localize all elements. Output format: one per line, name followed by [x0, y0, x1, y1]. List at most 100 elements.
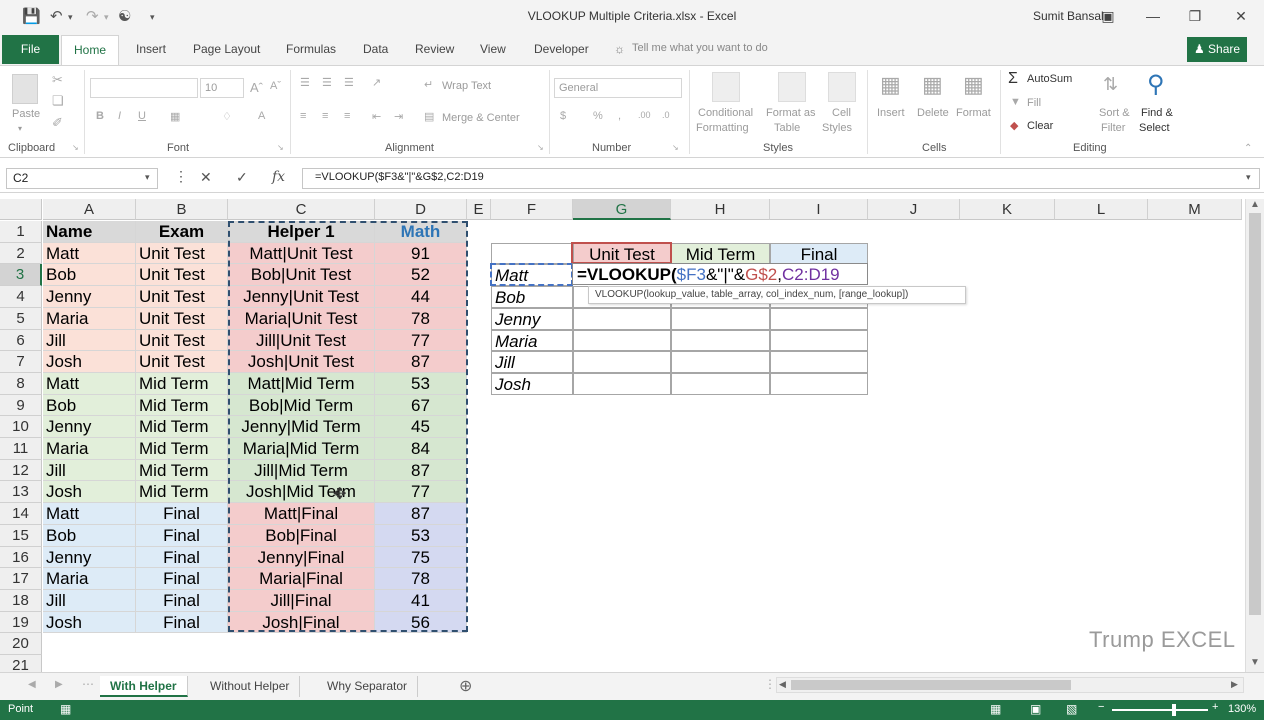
cell-exam[interactable]: Mid Term [136, 481, 228, 503]
cell-helper[interactable]: Jill|Unit Test [228, 330, 375, 351]
lookup-name[interactable]: Maria [491, 330, 573, 351]
format-as-table-label-1[interactable]: Format as [766, 107, 816, 119]
column-header-c[interactable]: C [228, 199, 375, 220]
normal-view-icon[interactable]: ▦ [990, 702, 1001, 716]
column-header-i[interactable]: I [770, 199, 868, 220]
row-header-2[interactable]: 2 [0, 243, 42, 264]
cell-math[interactable]: 87 [375, 351, 467, 373]
column-header-b[interactable]: B [136, 199, 228, 220]
row-header-15[interactable]: 15 [0, 525, 42, 547]
cell-math[interactable]: 53 [375, 525, 467, 547]
increase-font-icon[interactable]: Aˆ [250, 80, 263, 95]
wrap-text-button[interactable]: Wrap Text [442, 80, 491, 92]
sort-filter-icon[interactable]: ⇅ [1103, 74, 1118, 95]
underline-icon[interactable]: U [138, 110, 146, 122]
cell-name[interactable]: Matt [43, 373, 136, 395]
page-break-view-icon[interactable]: ▧ [1066, 702, 1077, 716]
zoom-out-icon[interactable]: − [1098, 701, 1104, 713]
add-sheet-icon[interactable]: ⊕ [459, 676, 472, 696]
row-header-20[interactable]: 20 [0, 633, 42, 655]
cell-math[interactable]: 77 [375, 330, 467, 351]
vertical-scrollbar[interactable]: ▲ ▼ [1245, 199, 1264, 672]
cell-math[interactable]: 52 [375, 264, 467, 286]
cell-math[interactable]: 75 [375, 547, 467, 568]
expand-formula-icon[interactable]: ▾ [1246, 172, 1251, 183]
sheet-tab-without-helper[interactable]: Without Helper [200, 676, 301, 697]
tab-split-icon[interactable]: ⋮ [764, 677, 776, 691]
cell-math[interactable]: 67 [375, 395, 467, 416]
format-cells-button[interactable]: Format [956, 107, 991, 119]
lookup-name[interactable]: Bob [491, 286, 573, 308]
row-header-13[interactable]: 13 [0, 481, 42, 503]
cell-helper[interactable]: Maria|Mid Term [228, 438, 375, 460]
format-painter-icon[interactable]: ✐ [52, 115, 63, 131]
row-header-5[interactable]: 5 [0, 308, 42, 330]
cell-math[interactable]: 84 [375, 438, 467, 460]
font-color-icon[interactable]: A [258, 110, 265, 122]
paste-label[interactable]: Paste [12, 108, 40, 120]
zoom-slider[interactable] [1112, 709, 1208, 711]
increase-decimal-icon[interactable]: .00 [638, 110, 651, 120]
bottom-align-icon[interactable]: ☰ [344, 76, 354, 89]
tab-home[interactable]: Home [61, 35, 119, 66]
cut-icon[interactable]: ✂ [52, 72, 63, 88]
lookup-result-cell[interactable] [573, 373, 671, 395]
next-sheet-icon[interactable]: ▶ [55, 679, 63, 690]
format-cells-icon[interactable]: ▦ [963, 72, 984, 98]
column-header-l[interactable]: L [1055, 199, 1148, 220]
collapse-ribbon-icon[interactable]: ⌃ [1244, 143, 1252, 154]
fill-color-icon[interactable]: ♢ [222, 110, 232, 123]
cell-helper[interactable]: Bob|Unit Test [228, 264, 375, 286]
row-header-14[interactable]: 14 [0, 503, 42, 525]
wrap-text-icon[interactable]: ↵ [424, 78, 433, 91]
cell-math[interactable]: 78 [375, 308, 467, 330]
page-layout-view-icon[interactable]: ▣ [1030, 702, 1041, 716]
cell-helper[interactable]: Matt|Mid Term [228, 373, 375, 395]
macro-record-icon[interactable]: ▦ [60, 702, 71, 716]
header-math[interactable]: Math [375, 221, 467, 243]
lookup-result-cell[interactable] [770, 373, 868, 395]
conditional-formatting-icon[interactable] [712, 72, 740, 102]
cell-name[interactable]: Jenny [43, 416, 136, 438]
row-header-8[interactable]: 8 [0, 373, 42, 395]
lookup-result-cell[interactable] [770, 330, 868, 351]
middle-align-icon[interactable]: ☰ [322, 76, 332, 89]
cell-exam[interactable]: Mid Term [136, 438, 228, 460]
tab-view[interactable]: View [480, 42, 506, 56]
scroll-down-icon[interactable]: ▼ [1250, 657, 1260, 668]
copy-icon[interactable]: ❏ [52, 93, 64, 109]
tab-formulas[interactable]: Formulas [286, 42, 336, 56]
cell-styles-label-2[interactable]: Styles [822, 122, 852, 134]
format-as-table-label-2[interactable]: Table [774, 122, 800, 134]
cell-name[interactable]: Jenny [43, 286, 136, 308]
lookup-header[interactable]: Final [770, 243, 868, 264]
conditional-formatting-label-1[interactable]: Conditional [698, 107, 753, 119]
increase-indent-icon[interactable]: ⇥ [394, 110, 403, 123]
cell-math[interactable]: 56 [375, 612, 467, 633]
font-name-box[interactable] [90, 78, 198, 98]
zoom-slider-thumb[interactable] [1172, 704, 1176, 716]
column-header-a[interactable]: A [43, 199, 136, 220]
fill-button[interactable]: Fill [1027, 97, 1041, 109]
ribbon-display-icon[interactable]: ▣ [1093, 4, 1123, 28]
lookup-result-cell[interactable] [671, 373, 770, 395]
alignment-launcher-icon[interactable]: ↘ [537, 143, 544, 152]
cell-helper[interactable]: Josh|Final [228, 612, 375, 633]
cell-exam[interactable]: Unit Test [136, 286, 228, 308]
conditional-formatting-label-2[interactable]: Formatting [696, 122, 749, 134]
tab-review[interactable]: Review [415, 42, 454, 56]
insert-cells-button[interactable]: Insert [877, 107, 905, 119]
prev-sheet-icon[interactable]: ◀ [28, 679, 36, 690]
cell-exam[interactable]: Final [136, 568, 228, 590]
font-size-box[interactable]: 10 [200, 78, 244, 98]
cell-exam[interactable]: Final [136, 503, 228, 525]
cell-helper[interactable]: Jill|Final [228, 590, 375, 612]
cell-name[interactable]: Josh [43, 351, 136, 373]
cell-helper[interactable]: Bob|Final [228, 525, 375, 547]
row-header-17[interactable]: 17 [0, 568, 42, 590]
column-header-e[interactable]: E [467, 199, 491, 220]
cell-helper[interactable]: Bob|Mid Term [228, 395, 375, 416]
number-launcher-icon[interactable]: ↘ [672, 143, 679, 152]
spreadsheet-grid[interactable]: ABCDEFGHIJKLM 1 2 3 4 5 6 7 8 9 10 11 12 13 14 15 16 17 1… [0, 199, 1245, 672]
insert-cells-icon[interactable]: ▦ [880, 72, 901, 98]
